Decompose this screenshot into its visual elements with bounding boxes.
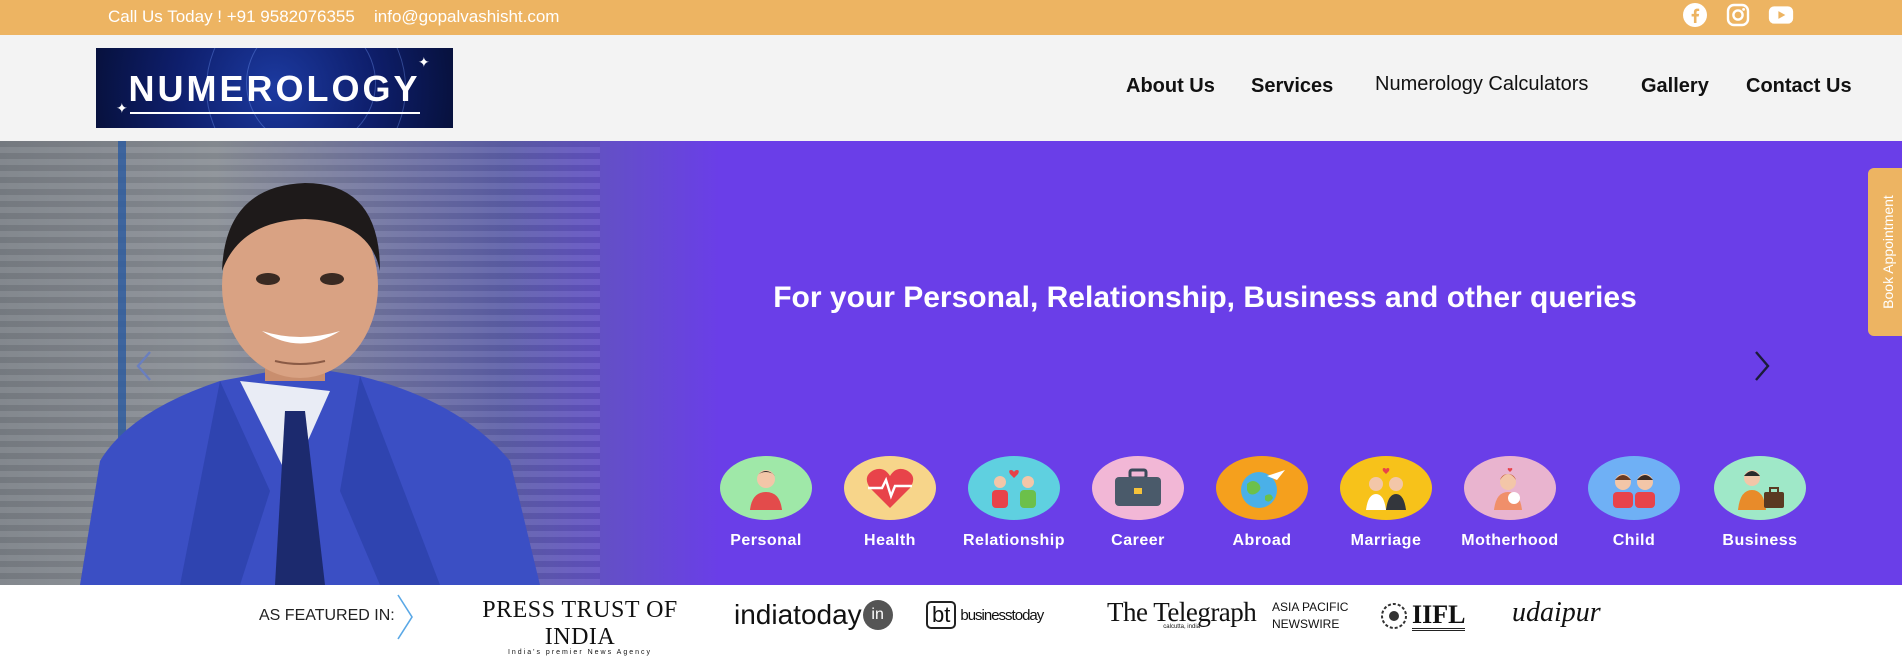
pti-name: PRESS TRUST OF INDIA bbox=[482, 597, 678, 650]
hero-headline: For your Personal, Relationship, Busines… bbox=[773, 281, 1637, 314]
nav-gallery[interactable]: Gallery bbox=[1641, 75, 1709, 98]
instagram-icon[interactable] bbox=[1725, 2, 1751, 28]
chevron-right-icon bbox=[397, 594, 413, 640]
bt-badge: bt bbox=[926, 601, 957, 629]
category-marriage[interactable]: Marriage bbox=[1324, 456, 1448, 550]
briefcase-icon bbox=[1092, 456, 1184, 520]
category-label: Relationship bbox=[962, 532, 1065, 549]
apn-line2: NEWSWIRE bbox=[1272, 617, 1340, 631]
category-business[interactable]: Business bbox=[1698, 456, 1822, 550]
apn-line1: ASIA PACIFIC bbox=[1272, 600, 1349, 614]
nav-about-us[interactable]: About Us bbox=[1126, 75, 1215, 98]
nav-numerology-calculators[interactable]: Numerology Calculators bbox=[1375, 73, 1588, 96]
category-label: Health bbox=[864, 532, 916, 549]
category-label: Marriage bbox=[1350, 532, 1422, 549]
bride-groom-icon bbox=[1340, 456, 1432, 520]
featured-in-strip: AS FEATURED IN: PRESS TRUST OF INDIA Ind… bbox=[0, 585, 1902, 656]
logo-text: NUMEROLOGY bbox=[128, 68, 421, 109]
category-label: Child bbox=[1612, 532, 1656, 549]
nav-contact-us[interactable]: Contact Us bbox=[1746, 75, 1852, 98]
category-label: Business bbox=[1722, 532, 1798, 549]
category-label: Motherhood bbox=[1461, 532, 1559, 549]
youtube-icon[interactable] bbox=[1768, 2, 1794, 28]
slider-prev-arrow[interactable] bbox=[132, 346, 156, 386]
category-motherhood[interactable]: Motherhood bbox=[1448, 456, 1572, 550]
iifl-logo: IIFL bbox=[1380, 599, 1466, 631]
heart-pulse-icon bbox=[844, 456, 936, 520]
telegraph-logo: The Telegraph calcutta, india bbox=[1107, 597, 1257, 630]
logo-underline bbox=[130, 112, 420, 114]
businesstoday-logo: bt businesstoday bbox=[926, 601, 1044, 629]
pti-tagline: India's premier News Agency bbox=[507, 649, 653, 656]
globe-plane-icon bbox=[1216, 456, 1308, 520]
mother-baby-icon bbox=[1464, 456, 1556, 520]
category-career[interactable]: Career bbox=[1076, 456, 1200, 550]
category-personal[interactable]: Personal bbox=[704, 456, 828, 550]
slider-next-arrow[interactable] bbox=[1750, 346, 1774, 386]
nav-services[interactable]: Services bbox=[1251, 75, 1333, 98]
couple-heart-icon bbox=[968, 456, 1060, 520]
book-appointment-button[interactable]: Book Appointment bbox=[1868, 168, 1902, 336]
pti-logo: PRESS TRUST OF INDIA India's premier New… bbox=[450, 597, 710, 656]
indiatoday-text: indiatoday bbox=[734, 599, 862, 630]
iifl-text: IIFL bbox=[1412, 599, 1466, 631]
email-link[interactable]: info@gopalvashisht.com bbox=[374, 7, 559, 27]
phone-link[interactable]: Call Us Today ! +91 9582076355 bbox=[108, 7, 355, 27]
iifl-emblem-icon bbox=[1381, 603, 1407, 629]
numerology-logo[interactable]: ✦ ✦ NUMEROLOGY bbox=[96, 48, 453, 128]
businesstoday-text: businesstoday bbox=[960, 606, 1044, 624]
udaipur-logo: udaipur bbox=[1512, 597, 1601, 628]
site-header: ✦ ✦ NUMEROLOGY About Us Services Numerol… bbox=[0, 35, 1902, 141]
category-label: Abroad bbox=[1232, 532, 1292, 549]
children-icon bbox=[1588, 456, 1680, 520]
category-label: Personal bbox=[730, 532, 802, 549]
indiatoday-logo: indiatoday in bbox=[734, 599, 893, 631]
category-label: Career bbox=[1111, 532, 1165, 549]
book-appointment-label: Book Appointment bbox=[1880, 195, 1896, 309]
numerologist-photo bbox=[80, 183, 540, 585]
category-abroad[interactable]: Abroad bbox=[1200, 456, 1324, 550]
top-bar: Call Us Today ! +91 9582076355 info@gopa… bbox=[0, 0, 1902, 35]
asia-pacific-newswire-logo: ASIA PACIFIC NEWSWIRE bbox=[1272, 599, 1348, 633]
indiatoday-badge: in bbox=[862, 600, 893, 630]
person-icon bbox=[720, 456, 812, 520]
facebook-icon[interactable] bbox=[1682, 2, 1708, 28]
category-child[interactable]: Child bbox=[1572, 456, 1696, 550]
featured-label: AS FEATURED IN: bbox=[259, 607, 395, 624]
hero-slider: For your Personal, Relationship, Busines… bbox=[0, 141, 1902, 585]
category-health[interactable]: Health bbox=[828, 456, 952, 550]
category-relationship[interactable]: Relationship bbox=[952, 456, 1076, 550]
businessman-icon bbox=[1714, 456, 1806, 520]
